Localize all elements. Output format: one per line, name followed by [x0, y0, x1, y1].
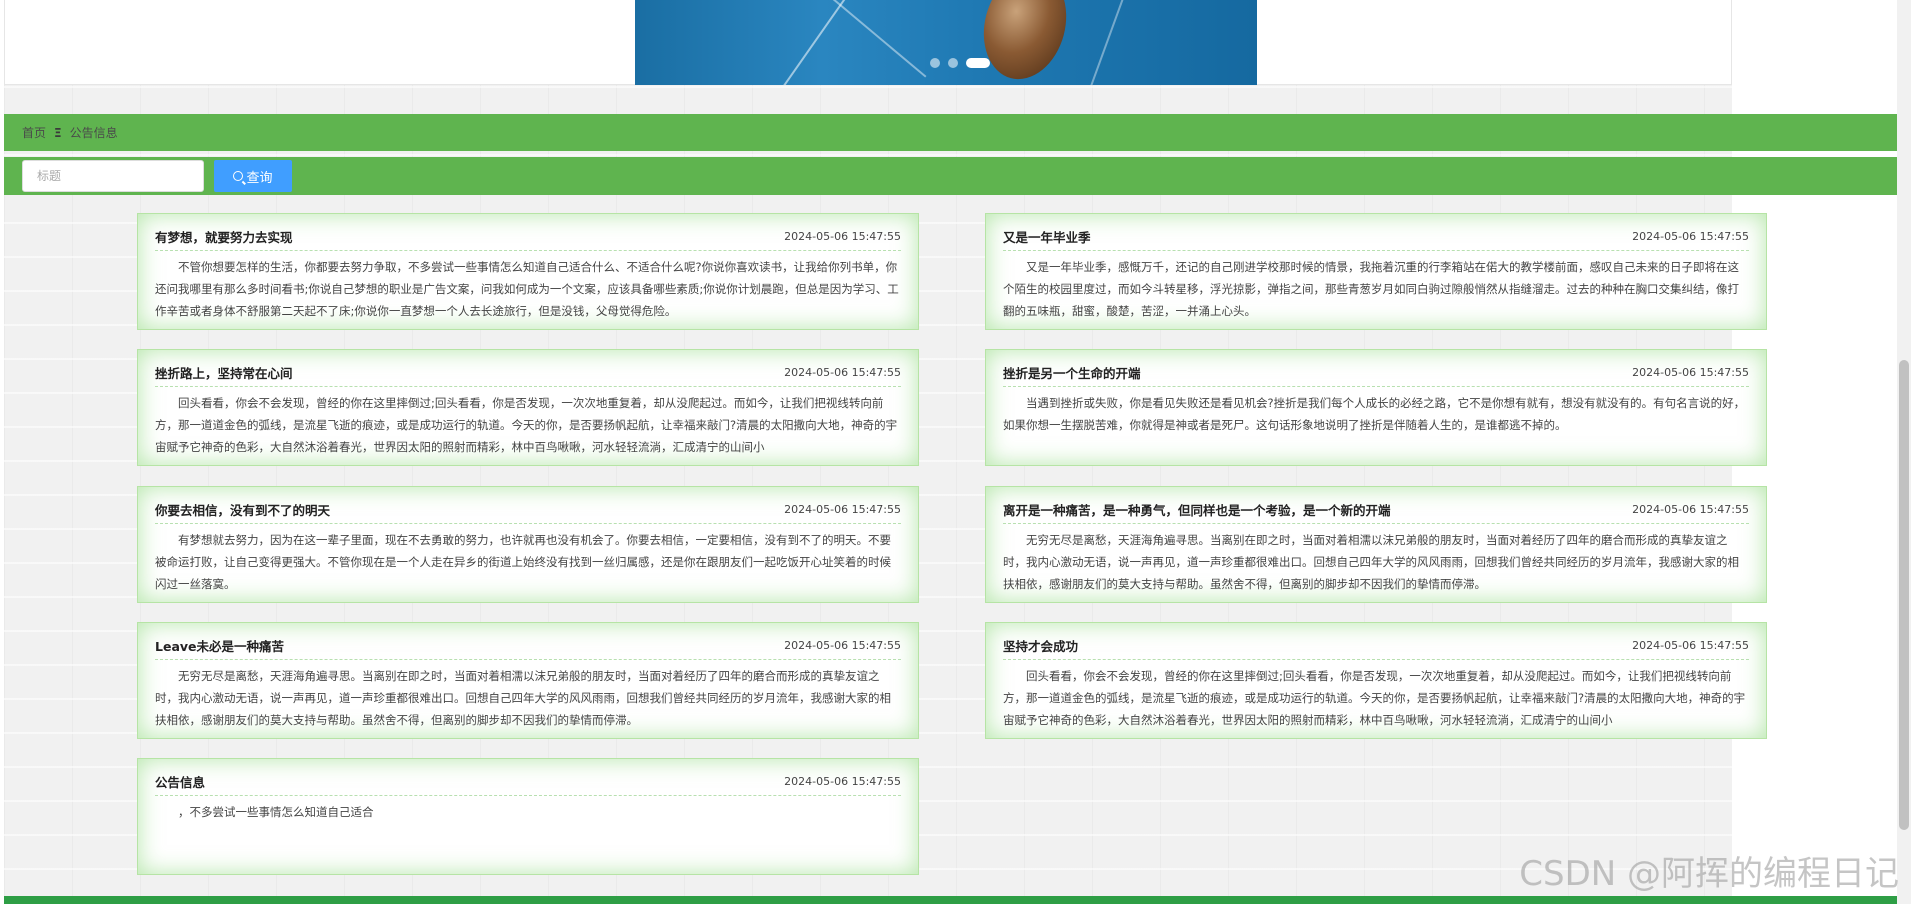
carousel-dot[interactable]: [930, 58, 940, 68]
notice-title[interactable]: 离开是一种痛苦，是一种勇气，但同样也是一个考验，是一个新的开端: [1003, 500, 1391, 519]
search-bar: 查询: [4, 157, 1900, 195]
breadcrumb-current: 公告信息: [69, 126, 118, 140]
notice-title[interactable]: 挫折是另一个生命的开端: [1003, 363, 1141, 382]
notice-time: 2024-05-06 15:47:55: [784, 502, 901, 516]
breadcrumb-separator-icon: Ξ: [54, 125, 62, 140]
notice-card[interactable]: 你要去相信，没有到不了的明天 2024-05-06 15:47:55 有梦想就去努…: [137, 486, 919, 603]
search-icon: [233, 171, 244, 181]
notice-card[interactable]: 挫折是另一个生命的开端 2024-05-06 15:47:55 当遇到挫折或失败，…: [985, 349, 1767, 466]
notice-time: 2024-05-06 15:47:55: [784, 229, 901, 243]
notice-content: ，不多尝试一些事情怎么知道自己适合: [178, 805, 374, 819]
notice-card[interactable]: 有梦想，就要努力去实现 2024-05-06 15:47:55 不管你想要怎样的生…: [137, 213, 919, 330]
scrollbar-thumb[interactable]: [1899, 360, 1909, 830]
notice-title[interactable]: Leave未必是一种痛苦: [155, 636, 284, 655]
notice-content: 无穷无尽是离愁，天涯海角遍寻思。当离别在即之时，当面对着相濡以沫兄弟般的朋友时，…: [1003, 533, 1739, 591]
notice-content: 当遇到挫折或失败，你是看见失败还是看见机会?挫折是我们每个人成长的必经之路，它不…: [1003, 396, 1746, 432]
breadcrumb-home[interactable]: 首页: [22, 124, 46, 141]
notice-time: 2024-05-06 15:47:55: [1632, 638, 1749, 652]
notice-title[interactable]: 挫折路上，坚持常在心间: [155, 363, 293, 382]
notice-title[interactable]: 你要去相信，没有到不了的明天: [155, 500, 330, 519]
notice-card[interactable]: 又是一年毕业季 2024-05-06 15:47:55 又是一年毕业季，感慨万千，…: [985, 213, 1767, 330]
carousel-dot[interactable]: [948, 58, 958, 68]
search-button-label: 查询: [246, 170, 273, 186]
notice-content: 回头看看，你会不会发现，曾经的你在这里摔倒过;回头看看，你是否发现，一次次地重复…: [1003, 669, 1746, 727]
notice-title[interactable]: 公告信息: [155, 772, 205, 791]
search-input[interactable]: [22, 160, 204, 192]
breadcrumb: 首页 Ξ 公告信息: [4, 114, 1900, 151]
notice-content: 又是一年毕业季，感慨万千，还记的自己刚进学校那时候的情景，我拖着沉重的行李箱站在…: [1003, 260, 1739, 318]
notice-title[interactable]: 坚持才会成功: [1003, 636, 1078, 655]
notice-time: 2024-05-06 15:47:55: [784, 365, 901, 379]
notice-card[interactable]: 离开是一种痛苦，是一种勇气，但同样也是一个考验，是一个新的开端 2024-05-0…: [985, 486, 1767, 603]
notice-time: 2024-05-06 15:47:55: [784, 774, 901, 788]
notice-content: 无穷无尽是离愁，天涯海角遍寻思。当离别在即之时，当面对着相濡以沫兄弟般的朋友时，…: [155, 669, 891, 727]
notice-title[interactable]: 又是一年毕业季: [1003, 227, 1091, 246]
notice-time: 2024-05-06 15:47:55: [784, 638, 901, 652]
notice-title[interactable]: 有梦想，就要努力去实现: [155, 227, 293, 246]
search-button[interactable]: 查询: [214, 160, 292, 192]
footer-bar: [4, 896, 1900, 904]
vertical-scrollbar[interactable]: [1897, 0, 1911, 904]
notice-card[interactable]: 挫折路上，坚持常在心间 2024-05-06 15:47:55 回头看看，你会不会…: [137, 349, 919, 466]
notice-content: 回头看看，你会不会发现，曾经的你在这里摔倒过;回头看看，你是否发现，一次次地重复…: [155, 396, 898, 454]
banner-image: [635, 0, 1257, 85]
notice-time: 2024-05-06 15:47:55: [1632, 229, 1749, 243]
notice-content: 有梦想就去努力，因为在这一辈子里面，现在不去勇敢的努力，也许就再也没有机会了。你…: [155, 533, 891, 591]
notice-time: 2024-05-06 15:47:55: [1632, 365, 1749, 379]
notice-content: 不管你想要怎样的生活，你都要去努力争取，不多尝试一些事情怎么知道自己适合什么、不…: [155, 260, 899, 318]
notice-card[interactable]: 坚持才会成功 2024-05-06 15:47:55 回头看看，你会不会发现，曾经…: [985, 622, 1767, 739]
banner-carousel[interactable]: [4, 0, 1732, 85]
carousel-indicators: [930, 58, 990, 68]
watermark-text: CSDN @阿挥的编程日记: [1519, 854, 1899, 894]
notice-card[interactable]: Leave未必是一种痛苦 2024-05-06 15:47:55 无穷无尽是离愁，…: [137, 622, 919, 739]
carousel-dot-active[interactable]: [966, 58, 990, 68]
notice-card[interactable]: 公告信息 2024-05-06 15:47:55 ，不多尝试一些事情怎么知道自己适…: [137, 758, 919, 875]
notice-time: 2024-05-06 15:47:55: [1632, 502, 1749, 516]
